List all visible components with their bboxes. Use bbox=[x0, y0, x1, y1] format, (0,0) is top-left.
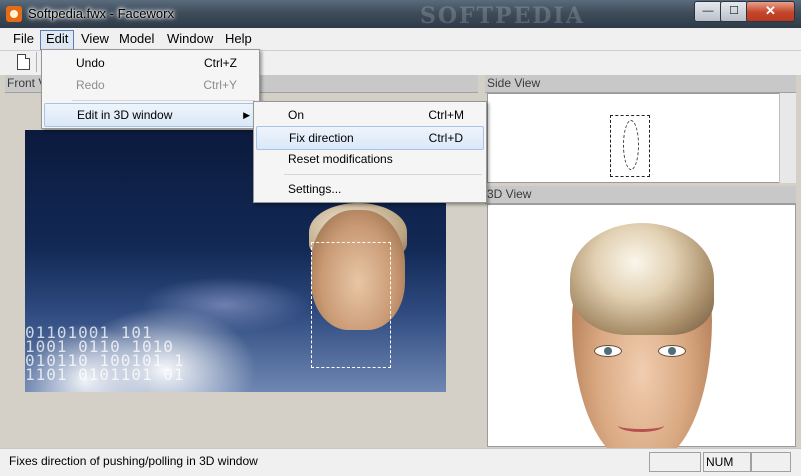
3d-view-canvas[interactable] bbox=[487, 204, 796, 463]
side-view-canvas[interactable] bbox=[487, 93, 796, 183]
menu-item-reset-modifications[interactable]: Reset modifications bbox=[256, 148, 484, 170]
fix-direction-shortcut: Ctrl+D bbox=[428, 131, 463, 145]
menu-window[interactable]: Window bbox=[162, 30, 218, 48]
status-cell-empty-2 bbox=[751, 452, 791, 472]
3d-view-pane: 3D View bbox=[485, 186, 796, 463]
menu-item-on[interactable]: On Ctrl+M bbox=[256, 104, 484, 126]
right-eye bbox=[658, 345, 686, 357]
menu-item-undo[interactable]: Undo Ctrl+Z bbox=[44, 52, 257, 74]
menu-bar: File Edit View Model Window Help bbox=[0, 28, 801, 51]
side-view-header: Side View bbox=[485, 75, 796, 93]
left-eye bbox=[594, 345, 622, 357]
minimize-button[interactable]: — bbox=[694, 1, 722, 22]
status-bar: Fixes direction of pushing/polling in 3D… bbox=[0, 448, 801, 476]
3d-hair bbox=[570, 223, 714, 335]
maximize-button[interactable]: ☐ bbox=[720, 1, 748, 22]
menu-model[interactable]: Model bbox=[114, 30, 159, 48]
mouth bbox=[618, 419, 664, 432]
edit-3d-submenu: On Ctrl+M Fix direction Ctrl+D Reset mod… bbox=[253, 101, 487, 203]
face-selection-box[interactable] bbox=[311, 242, 391, 368]
edit-menu-dropdown: Undo Ctrl+Z Redo Ctrl+Y Edit in 3D windo… bbox=[41, 49, 260, 129]
undo-shortcut: Ctrl+Z bbox=[204, 56, 237, 70]
window-title: Softpedia.fwx - Faceworx bbox=[28, 6, 174, 21]
3d-view-header: 3D View bbox=[485, 186, 796, 204]
edit-in-3d-label: Edit in 3D window bbox=[77, 108, 173, 122]
status-message: Fixes direction of pushing/polling in 3D… bbox=[9, 454, 258, 468]
menu-item-settings[interactable]: Settings... bbox=[256, 178, 484, 200]
fix-direction-label: Fix direction bbox=[289, 131, 354, 145]
redo-label: Redo bbox=[76, 78, 105, 92]
menu-edit[interactable]: Edit bbox=[40, 30, 75, 50]
app-icon[interactable] bbox=[6, 6, 22, 22]
app-window: SOFTPEDIA Softpedia.fwx - Faceworx — ☐ ✕… bbox=[0, 0, 801, 476]
menu-help[interactable]: Help bbox=[220, 30, 257, 48]
menu-item-edit-in-3d-window[interactable]: Edit in 3D window ▶ bbox=[44, 103, 257, 127]
status-cell-empty bbox=[649, 452, 701, 472]
settings-label: Settings... bbox=[288, 182, 342, 196]
side-view-pane: Side View bbox=[485, 75, 796, 183]
menu-item-redo: Redo Ctrl+Y bbox=[44, 74, 257, 96]
submenu-arrow-icon: ▶ bbox=[243, 110, 250, 120]
binary-digits-decoration: 01101001 101 1001 0110 1010 010110 10010… bbox=[25, 323, 185, 384]
on-shortcut: Ctrl+M bbox=[428, 108, 464, 122]
new-file-icon[interactable] bbox=[17, 54, 30, 70]
close-button[interactable]: ✕ bbox=[746, 1, 795, 22]
submenu-separator bbox=[284, 174, 482, 175]
menu-file[interactable]: File bbox=[8, 30, 39, 48]
undo-label: Undo bbox=[76, 56, 105, 70]
reset-modifications-label: Reset modifications bbox=[288, 152, 393, 166]
num-lock-indicator: NUM bbox=[703, 452, 751, 472]
toolbar-separator bbox=[36, 52, 37, 72]
title-bar[interactable]: SOFTPEDIA Softpedia.fwx - Faceworx — ☐ ✕ bbox=[0, 0, 801, 29]
on-label: On bbox=[288, 108, 305, 122]
side-wireframe[interactable] bbox=[610, 115, 650, 177]
menu-view[interactable]: View bbox=[76, 30, 114, 48]
title-watermark: SOFTPEDIA bbox=[420, 3, 585, 29]
redo-shortcut: Ctrl+Y bbox=[203, 78, 237, 92]
side-view-scrollbar[interactable] bbox=[779, 93, 796, 183]
menu-separator bbox=[72, 100, 255, 101]
menu-item-fix-direction[interactable]: Fix direction Ctrl+D bbox=[256, 126, 484, 150]
